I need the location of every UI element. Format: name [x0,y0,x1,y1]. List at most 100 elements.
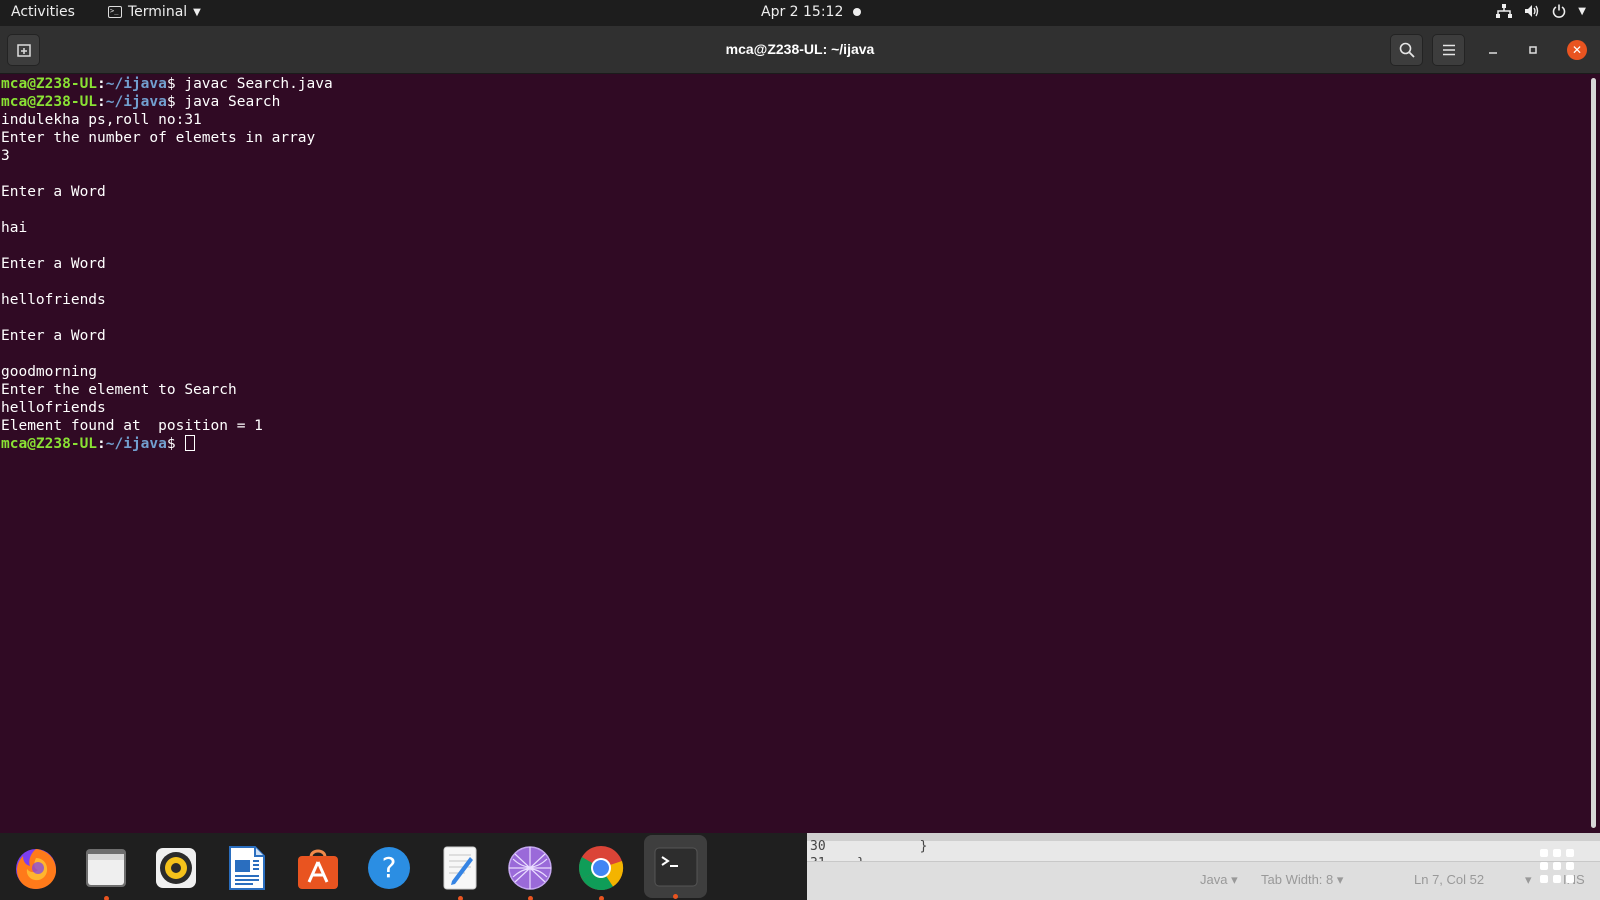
terminal-output-line: Enter the number of elemets in array [1,129,333,147]
text-editor-icon [443,846,477,890]
dock-chrome[interactable] [573,840,629,900]
output-text: goodmorning [1,364,98,380]
terminal-scrollbar[interactable] [1591,78,1596,828]
clock[interactable]: Apr 2 15:12 [761,4,862,20]
volume-icon [1525,5,1539,17]
running-indicator [104,896,109,900]
dock-rhythmbox[interactable] [148,840,204,896]
top-bar: Activities >_ Terminal ▼ Apr 2 15:12 ▼ [0,0,1600,26]
caret-down-icon: ▼ [193,6,201,18]
dock-firefox[interactable] [8,840,64,896]
terminal-prompt-line: mca@Z238-UL:~/ijava$ [1,435,333,453]
output-text: Enter a Word [1,328,106,344]
grid-dot [1553,875,1561,883]
prompt-path: ~/ijava [105,76,167,92]
position-caret-icon: ▾ [1525,872,1532,887]
terminal-output-line: Enter the element to Search [1,381,333,399]
output-text: Enter the element to Search [1,382,237,398]
running-indicator [673,894,678,899]
output-text: indulekha ps,roll no:31 [1,112,202,128]
terminal-output-line: hellofriends [1,291,333,309]
app-menu-label: Terminal [128,4,188,20]
prompt-user: mca@Z238-UL [1,436,98,452]
tab-width-label: Tab Width: 8 [1261,872,1334,887]
terminal-output-line: Enter a Word [1,255,333,273]
terminal-output: mca@Z238-UL:~/ijava$ javac Search.java mc… [1,75,333,453]
terminal-output-line: Enter a Word [1,183,333,201]
prompt-separator: : [97,436,106,452]
terminal-prompt-line: mca@Z238-UL:~/ijava$ javac Search.java [1,75,333,93]
app-menu[interactable]: >_ Terminal ▼ [108,4,201,20]
background-editor-window[interactable]: 30 } 31 } Java ▾ Tab Width: 8 ▾ Ln 7, Co… [807,833,1600,900]
grid-dot [1553,862,1561,870]
search-icon [1399,42,1415,58]
maximize-button[interactable] [1523,40,1543,60]
language-label: Java [1200,872,1228,887]
network-icon [1496,4,1513,18]
rhythmbox-icon [156,848,196,888]
prompt-separator: : [97,76,106,92]
firefox-icon [16,849,57,889]
prompt-dollar: $ [166,436,185,452]
dock-text-editor[interactable] [432,840,488,900]
line-number: 30 [810,839,826,854]
network-globe-icon [508,846,552,890]
window-header: mca@Z238-UL: ~/ijava ✕ [0,26,1600,74]
notification-dot-icon [853,8,862,16]
command-text: java Search [184,94,281,110]
cursor-position[interactable]: Ln 7, Col 52 [1414,872,1484,887]
tray-caret-icon: ▼ [1578,5,1586,17]
dock-software[interactable] [290,840,346,896]
dock-writer[interactable] [219,840,275,896]
power-icon [1553,4,1566,18]
show-applications-button[interactable] [1540,849,1576,885]
grid-dot [1540,862,1548,870]
terminal-output-line: hellofriends [1,399,333,417]
window-title: mca@Z238-UL: ~/ijava [725,41,875,57]
running-indicator [458,896,463,900]
grid-dot [1566,849,1574,857]
ubuntu-software-icon [298,849,338,889]
output-text: hellofriends [1,292,106,308]
editor-code-line: 30 } [810,839,927,854]
dock-terminal[interactable] [644,835,707,899]
system-tray[interactable]: ▼ [1496,4,1586,18]
hamburger-menu-icon [1442,44,1455,56]
output-text: hai [1,220,28,236]
grid-dot [1566,862,1574,870]
tab-width-selector[interactable]: Tab Width: 8 ▾ [1261,872,1343,888]
output-text: Enter a Word [1,184,106,200]
prompt-dollar: $ [166,94,185,110]
output-text: 3 [1,148,10,164]
terminal-prompt-line: mca@Z238-UL:~/ijava$ java Search [1,93,333,111]
prompt-user: mca@Z238-UL [1,76,98,92]
output-text: Element found at position = 1 [1,418,263,434]
code-text: } [825,839,928,854]
command-text: javac Search.java [184,76,333,92]
activities-button[interactable]: Activities [11,4,75,20]
grid-dot [1566,875,1574,883]
output-text: Enter the number of elemets in array [1,130,316,146]
libreoffice-writer-icon [229,846,265,890]
close-button[interactable]: ✕ [1567,40,1587,60]
terminal-output-line: hai [1,219,333,237]
grid-dot [1540,875,1548,883]
menu-button[interactable] [1432,34,1465,66]
search-button[interactable] [1390,34,1423,66]
running-indicator [528,896,533,900]
dock-files[interactable] [78,840,134,900]
dock-help[interactable]: ? [361,840,417,896]
grid-dot [1553,849,1561,857]
terminal-cursor [185,435,196,451]
chrome-icon [579,846,624,891]
dock-network-app[interactable] [502,840,558,900]
minimize-button[interactable] [1483,40,1503,60]
terminal-view[interactable]: mca@Z238-UL:~/ijava$ javac Search.java mc… [0,74,1600,833]
language-selector[interactable]: Java ▾ [1200,872,1238,888]
